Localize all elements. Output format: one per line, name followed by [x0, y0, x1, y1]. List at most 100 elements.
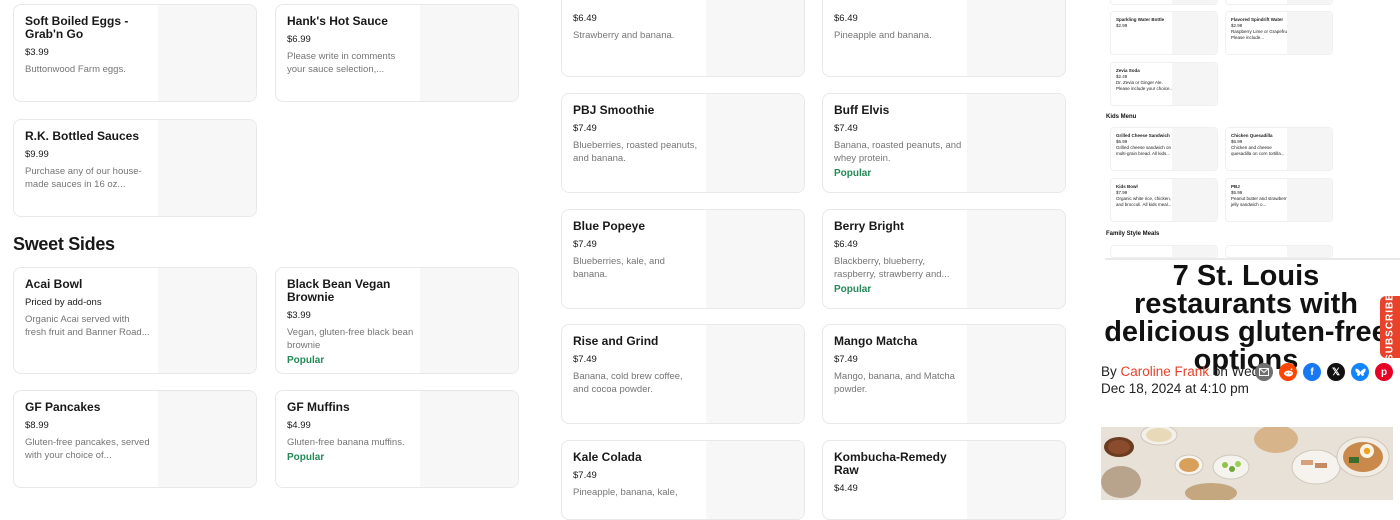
section-title-sweet-sides: Sweet Sides: [13, 234, 115, 254]
item-price: $8.99: [25, 420, 49, 431]
item-description: Buttonwood Farm eggs.: [25, 64, 126, 75]
menu-item-card[interactable]: GF Pancakes $8.99 Gluten-free pancakes, …: [13, 390, 257, 488]
mini-item-image: [1172, 0, 1217, 4]
item-description: Gluten-free pancakes, served with your c…: [25, 437, 150, 461]
item-price: $7.49: [573, 239, 597, 250]
item-price: $7.49: [573, 354, 597, 365]
item-description: Blueberries, kale, and banana.: [573, 256, 665, 280]
item-price: $4.99: [287, 420, 311, 431]
menu-item-card[interactable]: Mango Matcha $7.49 Mango, banana, and Ma…: [822, 324, 1066, 424]
article-panel: Sparkling Water Bottle $2.99 Flavored Spi…: [1095, 0, 1400, 500]
item-image: [158, 391, 256, 487]
mini-menu-card: PBJ $5.99 Peanut butter and strawberry jel…: [1225, 178, 1333, 222]
item-name: Mango Matcha: [834, 334, 918, 348]
mini-item-image: [1287, 246, 1332, 257]
x-icon[interactable]: 𝕏: [1327, 363, 1345, 381]
mini-item-desc: Raspberry Lime or Grapefruit. Please inc…: [1231, 29, 1291, 40]
popular-badge: Popular: [834, 168, 872, 179]
item-name: Buff Elvis: [834, 103, 890, 117]
mini-menu-card: Flavored Spindrift Water $2.99 Raspberry L…: [1225, 11, 1333, 55]
item-name: Black Bean Vegan Brownie: [287, 277, 391, 304]
menu-item-card[interactable]: Acai Bowl Priced by add-ons Organic Acai…: [13, 267, 257, 374]
mini-section-title-kids: Kids Menu: [1106, 114, 1137, 120]
mini-menu-card: Sparkling Water Bottle $2.99: [1110, 11, 1218, 55]
menu-item-card[interactable]: Kale Colada $7.49 Pineapple, banana, kal…: [561, 440, 805, 520]
popular-badge: Popular: [834, 284, 872, 295]
mini-item-price: $7.99: [1116, 190, 1128, 195]
mini-item-image: [1172, 12, 1217, 54]
mini-item-image: [1287, 12, 1332, 54]
menu-item-card[interactable]: Berry Bright $6.49 Blackberry, blueberry…: [822, 209, 1066, 309]
article-photo: [1101, 427, 1393, 500]
mini-menu-card: Grilled Cheese Sandwich $6.99 Grilled chee…: [1110, 127, 1218, 171]
item-price: Priced by add-ons: [25, 297, 102, 308]
menu-item-card[interactable]: $6.49 Strawberry and banana.: [561, 0, 805, 77]
item-name: R.K. Bottled Sauces: [25, 129, 140, 143]
item-description: Blueberries, roasted peanuts, and banana…: [573, 140, 698, 164]
item-image: [967, 441, 1065, 519]
mini-item-image: [1172, 246, 1217, 257]
mini-item-image: [1287, 128, 1332, 170]
mini-item-image: [1172, 179, 1217, 221]
mini-section-title-family: Family Style Meals: [1106, 231, 1160, 237]
item-description: Pineapple and banana.: [834, 30, 932, 41]
item-price: $6.49: [573, 13, 597, 24]
item-description: Gluten-free banana muffins.: [287, 437, 405, 448]
mini-item-price: $2.49: [1116, 74, 1128, 79]
item-name: GF Muffins: [287, 400, 350, 414]
bluesky-icon[interactable]: [1351, 363, 1369, 381]
item-image: [420, 268, 518, 373]
pinterest-icon[interactable]: p: [1375, 363, 1393, 381]
menu-item-card[interactable]: Blue Popeye $7.49 Blueberries, kale, and…: [561, 209, 805, 309]
menu-item-card[interactable]: Rise and Grind $7.49 Banana, cold brew c…: [561, 324, 805, 424]
item-name: Berry Bright: [834, 219, 905, 233]
mini-item-image: [1172, 128, 1217, 170]
subscribe-button[interactable]: SUBSCRIBE: [1380, 293, 1400, 361]
menu-item-card[interactable]: PBJ Smoothie $7.49 Blueberries, roasted …: [561, 93, 805, 193]
item-price: $7.49: [573, 470, 597, 481]
email-icon[interactable]: [1255, 363, 1273, 381]
item-price: $3.99: [25, 47, 49, 58]
facebook-icon[interactable]: f: [1303, 363, 1321, 381]
author-link[interactable]: Caroline Frank: [1121, 364, 1210, 379]
item-description: Banana, cold brew coffee, and cocoa powd…: [573, 371, 683, 395]
mini-item-desc: Chicken and cheese quesadilla on corn to…: [1231, 145, 1285, 156]
reddit-icon[interactable]: [1279, 363, 1297, 381]
menu-item-card[interactable]: R.K. Bottled Sauces $9.99 Purchase any o…: [13, 119, 257, 217]
item-price: $7.49: [834, 354, 858, 365]
item-price: $7.49: [834, 123, 858, 134]
menu-item-card[interactable]: Black Bean Vegan Brownie $3.99 Vegan, gl…: [275, 267, 519, 374]
menu-item-card[interactable]: Buff Elvis $7.49 Banana, roasted peanuts…: [822, 93, 1066, 193]
item-image: [967, 94, 1065, 192]
item-price: $6.49: [834, 13, 858, 24]
item-description: Mango, banana, and Matcha powder.: [834, 371, 955, 395]
mini-item-desc: Organic white rice, chicken, and broccol…: [1116, 196, 1172, 207]
mini-item-desc: Peanut butter and strawberry jelly sandw…: [1231, 196, 1290, 207]
popular-badge: Popular: [287, 452, 325, 463]
menu-item-card[interactable]: $6.49 Pineapple and banana.: [822, 0, 1066, 77]
item-image: [706, 325, 804, 423]
menu-item-card[interactable]: GF Muffins $4.99 Gluten-free banana muff…: [275, 390, 519, 488]
item-description: Vegan, gluten-free black bean brownie: [287, 327, 414, 351]
item-image: [706, 210, 804, 308]
mini-menu-card: Zevia Soda $2.49 Dr. Zevia or Ginger Ale. …: [1110, 62, 1218, 106]
item-image: [420, 391, 518, 487]
mini-menu-card: [1110, 245, 1218, 258]
item-price: $4.49: [834, 483, 858, 494]
item-price: $9.99: [25, 149, 49, 160]
mini-item-desc: Dr. Zevia or Ginger Ale. Please include …: [1116, 80, 1174, 91]
item-price: $6.49: [834, 239, 858, 250]
item-name: PBJ Smoothie: [573, 103, 655, 117]
item-image: [158, 5, 256, 101]
item-description: Strawberry and banana.: [573, 30, 675, 41]
menu-item-card[interactable]: Kombucha-Remedy Raw $4.49: [822, 440, 1066, 520]
menu-item-card[interactable]: Hank's Hot Sauce $6.99 Please write in c…: [275, 4, 519, 102]
mini-item-price: $2.99: [1231, 23, 1243, 28]
item-description: Organic Acai served with fresh fruit and…: [25, 314, 150, 338]
item-image: [706, 94, 804, 192]
menu-item-card[interactable]: Soft Boiled Eggs - Grab'n Go $3.99 Butto…: [13, 4, 257, 102]
byline: By Caroline Frank on Wed, Dec 18, 2024 a…: [1101, 363, 1266, 397]
item-name: GF Pancakes: [25, 400, 101, 414]
menu-screenshot: Sparkling Water Bottle $2.99 Flavored Spi…: [1105, 0, 1400, 260]
mini-item-price: $6.99: [1116, 139, 1128, 144]
